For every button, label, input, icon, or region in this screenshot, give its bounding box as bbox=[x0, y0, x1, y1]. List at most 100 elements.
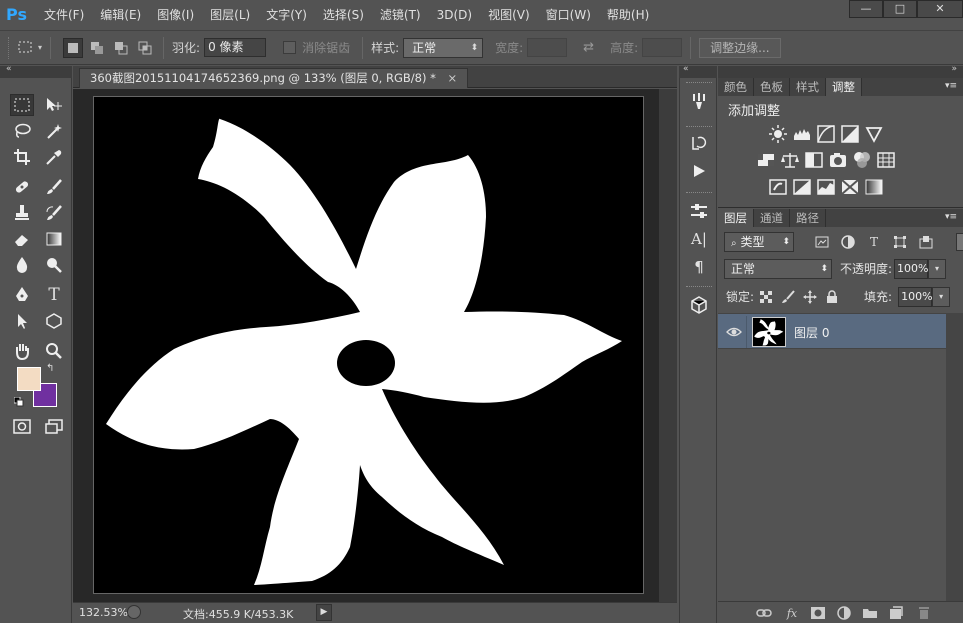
tab-paths[interactable]: 路径 bbox=[790, 209, 826, 227]
marquee-icon[interactable] bbox=[10, 94, 34, 116]
actions-icon[interactable] bbox=[688, 160, 710, 182]
blend-mode-select[interactable]: 正常 bbox=[724, 258, 832, 279]
collapse-panels-icon[interactable]: » bbox=[951, 64, 957, 74]
close-button[interactable]: ✕ bbox=[917, 0, 963, 18]
new-adjustment-icon[interactable] bbox=[836, 605, 852, 621]
menu-help[interactable]: 帮助(H) bbox=[599, 0, 657, 30]
dock-grip[interactable] bbox=[686, 286, 712, 288]
swap-colors-icon[interactable]: ↰ bbox=[46, 363, 54, 374]
move-icon[interactable] bbox=[42, 94, 66, 116]
lock-transparent-icon[interactable] bbox=[758, 289, 774, 305]
menu-select[interactable]: 选择(S) bbox=[315, 0, 372, 30]
levels-icon[interactable] bbox=[792, 124, 812, 144]
zoom-icon[interactable] bbox=[42, 340, 66, 362]
menu-3d[interactable]: 3D(D) bbox=[429, 0, 480, 30]
zoom-level[interactable]: 132.53% bbox=[79, 606, 128, 619]
layer-thumbnail[interactable] bbox=[752, 317, 786, 347]
tool-presets-icon[interactable] bbox=[688, 200, 710, 222]
brightness-contrast-icon[interactable] bbox=[768, 124, 788, 144]
add-selection-icon[interactable] bbox=[87, 38, 107, 58]
layer-style-icon[interactable]: fx bbox=[784, 605, 800, 621]
maximize-button[interactable]: □ bbox=[883, 0, 917, 18]
tab-swatches[interactable]: 色板 bbox=[754, 78, 790, 96]
expand-icon[interactable]: « bbox=[683, 64, 689, 74]
menu-file[interactable]: 文件(F) bbox=[36, 0, 92, 30]
filter-kind-select[interactable]: ⌕ 类型 bbox=[724, 231, 794, 252]
shape-icon[interactable] bbox=[42, 310, 66, 332]
color-lookup-icon[interactable] bbox=[876, 150, 896, 170]
clone-stamp-icon[interactable] bbox=[10, 202, 34, 224]
curves-icon[interactable] bbox=[816, 124, 836, 144]
quick-mask-icon[interactable] bbox=[10, 416, 34, 438]
menu-filter[interactable]: 滤镜(T) bbox=[372, 0, 429, 30]
link-layers-icon[interactable] bbox=[756, 605, 772, 621]
preset-dropdown-icon[interactable]: ▾ bbox=[38, 43, 42, 52]
hand-icon[interactable] bbox=[10, 340, 34, 362]
invert-icon[interactable] bbox=[768, 177, 788, 197]
style-select[interactable]: 正常 bbox=[403, 37, 484, 58]
swap-dimensions-icon[interactable]: ⇄ bbox=[583, 40, 594, 55]
fill-input[interactable]: 100% bbox=[898, 286, 933, 307]
history-brush-icon[interactable] bbox=[42, 202, 66, 224]
status-menu-arrow-icon[interactable]: ▶ bbox=[316, 604, 332, 621]
dock-header[interactable]: « bbox=[679, 64, 717, 78]
gradient-map-icon[interactable] bbox=[864, 177, 884, 197]
blur-icon[interactable] bbox=[10, 254, 34, 276]
3d-icon[interactable] bbox=[688, 294, 710, 316]
status-info-icon[interactable] bbox=[127, 605, 141, 619]
new-selection-icon[interactable] bbox=[63, 37, 84, 58]
history-icon[interactable] bbox=[688, 132, 710, 154]
minimize-button[interactable]: — bbox=[849, 0, 883, 18]
filter-toggle[interactable] bbox=[956, 232, 963, 251]
paragraph-icon[interactable]: ¶ bbox=[688, 256, 710, 278]
screen-mode-icon[interactable] bbox=[42, 416, 66, 438]
exposure-icon[interactable] bbox=[840, 124, 860, 144]
lock-image-icon[interactable] bbox=[780, 289, 796, 305]
feather-input[interactable]: 0 像素 bbox=[204, 38, 267, 57]
brush-icon[interactable] bbox=[42, 176, 66, 198]
type-layer-filter-icon[interactable]: T bbox=[866, 234, 882, 250]
path-select-icon[interactable] bbox=[10, 310, 34, 332]
opacity-input[interactable]: 100% bbox=[894, 258, 929, 279]
crop-icon[interactable] bbox=[10, 146, 34, 168]
character-icon[interactable]: A| bbox=[688, 228, 710, 250]
brush-preset-icon[interactable] bbox=[688, 90, 710, 112]
dock-grip[interactable] bbox=[686, 82, 712, 84]
image-canvas[interactable] bbox=[93, 96, 644, 594]
menu-layer[interactable]: 图层(L) bbox=[202, 0, 258, 30]
menu-view[interactable]: 视图(V) bbox=[480, 0, 538, 30]
healing-brush-icon[interactable] bbox=[10, 176, 34, 198]
layer-name[interactable]: 图层 0 bbox=[794, 324, 829, 341]
panel-menu-icon[interactable]: ▾≡ bbox=[945, 81, 957, 91]
antialias-checkbox[interactable] bbox=[283, 41, 297, 54]
shape-layer-filter-icon[interactable] bbox=[892, 234, 908, 250]
layer-row[interactable]: 图层 0 bbox=[718, 313, 946, 349]
layers-panel-menu-icon[interactable]: ▾≡ bbox=[945, 212, 957, 222]
black-white-icon[interactable] bbox=[804, 150, 824, 170]
lasso-icon[interactable] bbox=[10, 120, 34, 142]
dock-grip[interactable] bbox=[686, 192, 712, 194]
opacity-dropdown-icon[interactable]: ▾ bbox=[928, 258, 947, 279]
tab-layers[interactable]: 图层 bbox=[718, 209, 754, 227]
color-balance-icon[interactable] bbox=[780, 150, 800, 170]
layers-scrollbar[interactable] bbox=[946, 313, 963, 601]
hue-saturation-icon[interactable] bbox=[756, 150, 776, 170]
lock-position-icon[interactable] bbox=[802, 289, 818, 305]
threshold-icon[interactable] bbox=[816, 177, 836, 197]
photo-filter-icon[interactable] bbox=[828, 150, 848, 170]
add-mask-icon[interactable] bbox=[810, 605, 826, 621]
refine-edge-button[interactable]: 调整边缘... bbox=[699, 37, 781, 58]
options-grip[interactable] bbox=[8, 36, 12, 59]
new-layer-icon[interactable] bbox=[888, 605, 904, 621]
selective-color-icon[interactable] bbox=[840, 177, 860, 197]
eye-icon[interactable] bbox=[726, 324, 742, 340]
canvas-scrollbar[interactable] bbox=[659, 89, 677, 602]
gradient-icon[interactable] bbox=[42, 228, 66, 250]
subtract-selection-icon[interactable] bbox=[111, 38, 131, 58]
width-input[interactable] bbox=[527, 38, 568, 57]
dock-grip[interactable] bbox=[686, 126, 712, 128]
canvas-area[interactable] bbox=[73, 89, 677, 602]
panels-header[interactable]: » bbox=[718, 64, 963, 78]
delete-layer-icon[interactable] bbox=[916, 605, 932, 621]
default-colors-icon[interactable] bbox=[13, 396, 24, 410]
